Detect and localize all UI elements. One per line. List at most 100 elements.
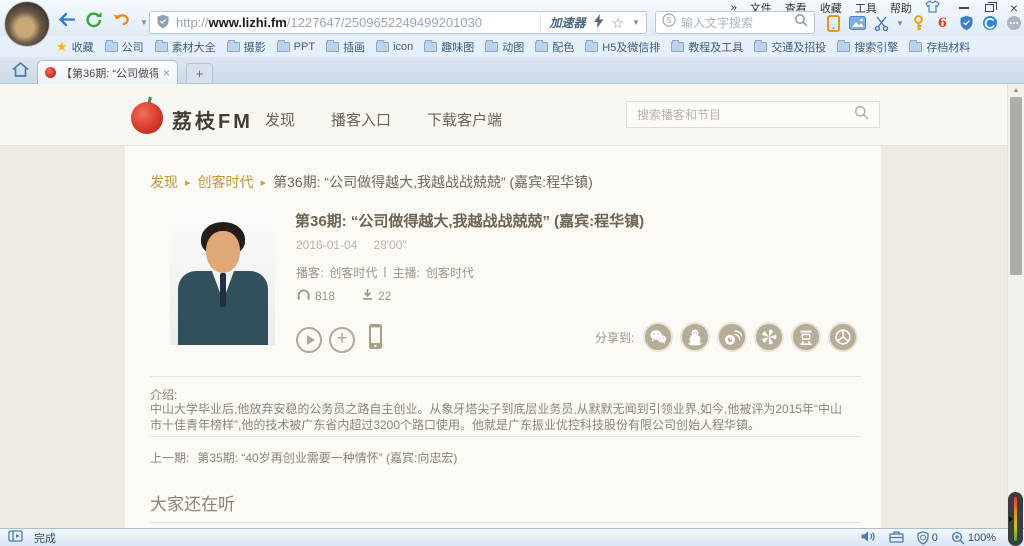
undo-button[interactable] (112, 12, 131, 32)
bookmark-folder-label: 存档材料 (926, 39, 970, 55)
scroll-up-icon[interactable]: ▲ (1008, 87, 1024, 94)
quick-search-box[interactable]: S (655, 11, 815, 34)
bookmark-folder[interactable]: 配色 (535, 39, 574, 55)
scrollbar-thumb[interactable] (1010, 97, 1022, 275)
folder-icon (277, 42, 290, 52)
clipper-dropdown-icon[interactable]: ▼ (896, 19, 904, 28)
divider (150, 376, 861, 377)
quick-search-input[interactable] (681, 16, 789, 30)
new-tab-button[interactable]: + (186, 63, 213, 84)
divider (150, 436, 861, 437)
zoom-control[interactable]: 100% (951, 531, 996, 545)
bookmark-folder[interactable]: 素材大全 (155, 39, 216, 55)
refresh-button[interactable] (85, 11, 103, 33)
share-wechat-icon[interactable] (643, 322, 673, 352)
folder-icon (535, 42, 548, 52)
accelerator-link[interactable]: 加速器 (550, 14, 586, 31)
tab-close-icon[interactable]: × (163, 66, 170, 80)
scroll-marker-icon (1009, 516, 1013, 522)
favorite-star-icon[interactable]: ☆ (612, 16, 625, 30)
bookmark-folder-label: 摄影 (244, 39, 266, 55)
site-nav-item[interactable]: 下载客户端 (427, 109, 502, 130)
bookmark-folder-label: 插画 (343, 39, 365, 55)
bookmark-folder[interactable]: 教程及工具 (671, 39, 743, 55)
bookmark-folder[interactable]: 摄影 (227, 39, 266, 55)
browser-toolbar: ▼ 6 (824, 11, 1024, 35)
site-nav-item[interactable]: 播客入口 (331, 109, 391, 130)
mobile-listen-button[interactable] (366, 322, 385, 357)
bookmark-folder[interactable]: PPT (277, 39, 315, 55)
scroll-position-widget[interactable] (1008, 492, 1023, 546)
breadcrumb-arrow-icon: ▸ (185, 176, 191, 189)
favorite-dropdown-icon[interactable]: ▼ (632, 18, 640, 27)
security-shield-icon[interactable] (957, 14, 976, 33)
bookmark-folder[interactable]: icon (376, 39, 413, 55)
share-qzone-icon[interactable] (754, 322, 784, 352)
speaker-icon[interactable] (860, 530, 876, 546)
bookmark-folder[interactable]: 动图 (485, 39, 524, 55)
share-douban-icon[interactable] (791, 322, 821, 352)
back-button[interactable] (57, 11, 76, 33)
site-logo-text[interactable]: 荔枝FM (172, 105, 253, 134)
bookmark-folder[interactable]: 插画 (326, 39, 365, 55)
share-label: 分享到: (595, 329, 634, 346)
send-to-phone-icon[interactable] (824, 14, 843, 33)
site-search-box[interactable] (626, 101, 880, 128)
play-button[interactable] (296, 327, 322, 353)
description-text: 中山大学毕业后,他放弃安稳的公务员之路自主创业。从象牙塔尖子到底层业务员,从默默… (150, 402, 850, 433)
share-weibo-icon[interactable] (717, 322, 747, 352)
breadcrumb-podcast-link[interactable]: 创客时代 (198, 172, 254, 192)
bookmark-folder[interactable]: 存档材料 (909, 39, 970, 55)
bookmark-folder-label: H5及微信排 (602, 39, 660, 55)
sogou-browser-icon[interactable] (981, 14, 1000, 33)
bookmark-folder[interactable]: 交通及招投 (754, 39, 826, 55)
site-search-magnifier-icon[interactable] (854, 105, 869, 125)
bookmark-folder[interactable]: 公司 (105, 39, 144, 55)
previous-episode-link[interactable]: 第35期: “40岁再创业需要一种情怀” (嘉宾:向忠宏) (197, 449, 457, 466)
page-scrollbar[interactable]: ▲ (1007, 84, 1024, 528)
share-renren-icon[interactable] (828, 322, 858, 352)
breadcrumb-current: 第36期: “公司做得越大,我越战战兢兢” (嘉宾:程华镇) (273, 172, 593, 192)
active-tab[interactable]: 【第36期: “公司做得越 × (37, 60, 178, 84)
site-security-shield-icon[interactable] (156, 14, 170, 32)
lizhi-logo-icon[interactable] (131, 98, 163, 134)
blocked-count: 0 (932, 532, 938, 544)
undo-dropdown-icon[interactable]: ▼ (140, 18, 148, 27)
folder-icon (909, 42, 922, 52)
play-icon (307, 335, 315, 345)
bookmark-folder[interactable]: H5及微信排 (585, 39, 660, 55)
url-host: www.lizhi.fm (209, 15, 287, 30)
address-bar[interactable]: http://www.lizhi.fm/1227647/250965224949… (149, 11, 647, 34)
breadcrumb-arrow-icon: ▸ (261, 176, 267, 189)
bookmark-folder-label: 趣味图 (441, 39, 474, 55)
toolbox-icon[interactable] (889, 530, 904, 546)
favorites-button[interactable]: ★ 收藏 (56, 39, 94, 55)
lightning-icon[interactable] (594, 14, 604, 31)
sogou-s-icon: S (662, 13, 676, 32)
home-button[interactable] (11, 61, 30, 83)
bookmark-folder-label: 素材大全 (172, 39, 216, 55)
password-key-icon[interactable] (909, 14, 928, 33)
download-icon (361, 288, 374, 304)
screenshot-image-icon[interactable] (848, 14, 867, 33)
bookmark-folder[interactable]: 搜索引擎 (837, 39, 898, 55)
sidebar-toggle-icon[interactable] (8, 529, 24, 546)
minimize-button[interactable] (959, 7, 969, 9)
host-link[interactable]: 创客时代 (426, 264, 474, 281)
user-avatar[interactable] (5, 2, 49, 46)
breadcrumb: 发现 ▸ 创客时代 ▸ 第36期: “公司做得越大,我越战战兢兢” (嘉宾:程华… (150, 172, 593, 192)
site-search-input[interactable] (637, 108, 848, 122)
more-tools-icon[interactable] (1005, 14, 1024, 33)
subscribe-button[interactable]: + (329, 327, 355, 353)
clipper-scissors-icon[interactable] (872, 14, 891, 33)
site-nav-item[interactable]: 发现 (265, 109, 295, 130)
folder-icon (585, 42, 598, 52)
extension-badge-icon[interactable]: 6 (933, 14, 952, 33)
ad-block-counter[interactable]: 0 (917, 531, 938, 545)
podcast-link[interactable]: 创客时代 (329, 264, 377, 281)
bookmark-folder[interactable]: 趣味图 (424, 39, 474, 55)
share-qq-icon[interactable] (680, 322, 710, 352)
bookmarks-bar: ★ 收藏 公司 素材大全 摄影 PPT 插画 icon 趣味图 动图 (0, 36, 1024, 57)
quick-search-magnifier-icon[interactable] (794, 13, 808, 32)
breadcrumb-discover-link[interactable]: 发现 (150, 172, 178, 192)
